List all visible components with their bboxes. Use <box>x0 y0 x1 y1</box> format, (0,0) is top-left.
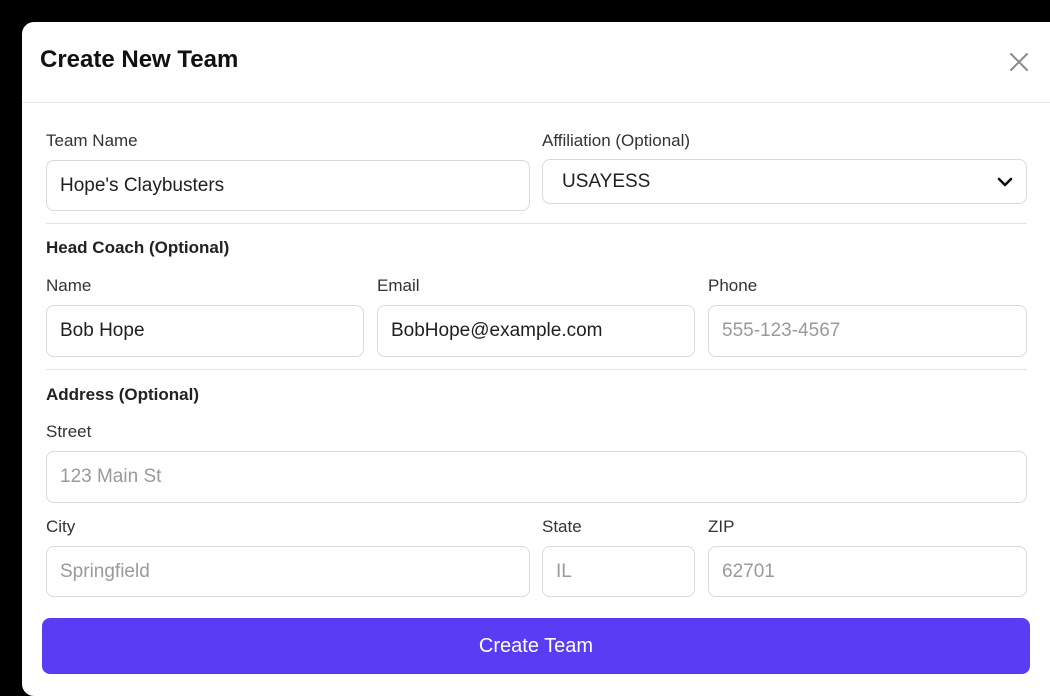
city-label: City <box>46 517 76 536</box>
create-team-modal: Create New Team Team Name Affiliation (O… <box>22 22 1050 696</box>
coach-name-label: Name <box>46 276 92 295</box>
divider <box>46 369 1027 370</box>
coach-phone-input[interactable] <box>708 305 1027 357</box>
zip-input[interactable] <box>708 546 1027 597</box>
modal-header: Create New Team <box>22 22 1050 103</box>
modal-title: Create New Team <box>40 46 239 73</box>
chevron-down-icon <box>996 173 1014 191</box>
coach-email-label: Email <box>377 276 420 295</box>
zip-label: ZIP <box>708 517 735 536</box>
head-coach-section-title: Head Coach (Optional) <box>46 238 230 257</box>
create-team-button[interactable]: Create Team <box>42 618 1030 674</box>
team-name-label: Team Name <box>46 131 138 150</box>
street-input[interactable] <box>46 451 1027 503</box>
coach-name-input[interactable] <box>46 305 364 357</box>
team-name-input[interactable] <box>46 160 530 211</box>
affiliation-selected-value: USAYESS <box>562 171 651 192</box>
city-input[interactable] <box>46 546 530 597</box>
affiliation-label: Affiliation (Optional) <box>542 131 691 150</box>
street-label: Street <box>46 422 92 441</box>
coach-phone-label: Phone <box>708 276 758 295</box>
state-input[interactable] <box>542 546 695 597</box>
divider <box>46 223 1027 224</box>
affiliation-select[interactable]: USAYESS <box>542 159 1027 204</box>
coach-email-input[interactable] <box>377 305 695 357</box>
address-section-title: Address (Optional) <box>46 385 200 404</box>
state-label: State <box>542 517 582 536</box>
close-icon[interactable] <box>1006 49 1032 75</box>
